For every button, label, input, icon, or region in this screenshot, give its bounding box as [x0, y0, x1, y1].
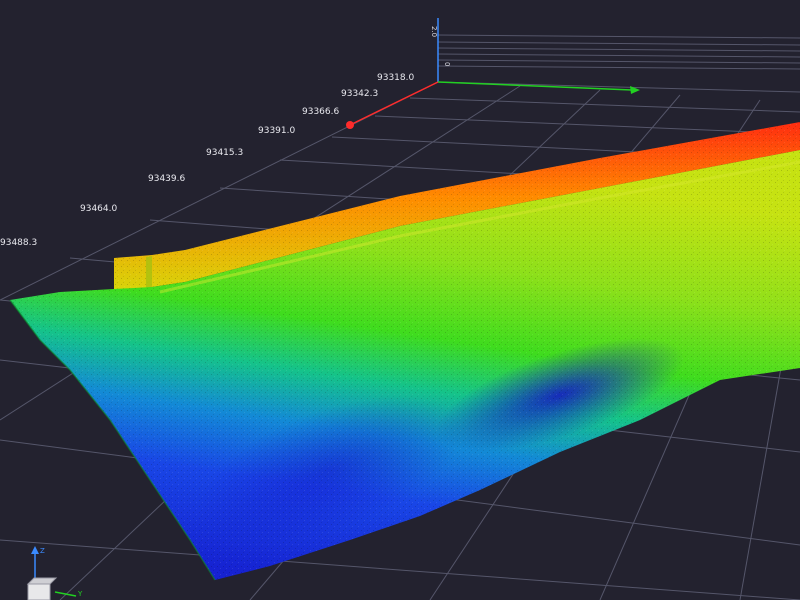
axis-tick-label: 93342.3	[341, 89, 378, 99]
top-bounding-grid	[437, 34, 800, 70]
axis-tick-label: 93439.6	[148, 174, 185, 184]
z-tick-label: 2.0	[430, 26, 438, 37]
grid-line	[374, 115, 800, 135]
axis-tick-label: 93318.0	[377, 73, 414, 83]
orientation-y-label: Y	[77, 590, 83, 598]
orientation-z-label: Z	[40, 547, 45, 555]
axis-tick-label: 93488.3	[0, 238, 37, 248]
orientation-widget[interactable]: Z Y	[26, 546, 83, 600]
orientation-cube[interactable]	[27, 583, 51, 600]
axis-tick-label: 93464.0	[80, 204, 117, 214]
grid-line	[409, 97, 800, 113]
z-tick-label: 0	[443, 62, 451, 66]
axis-tick-label: 93415.3	[206, 148, 243, 158]
point-cloud-viewport[interactable]: 2.0 0 93318.0 93342.3 93366.6 93391.0 93…	[0, 0, 800, 600]
grid-line	[0, 539, 800, 600]
axis-tick-label: 93391.0	[258, 126, 295, 136]
y-axis-line	[437, 81, 633, 91]
x-axis-arrow	[346, 121, 354, 129]
point-cloud-surface[interactable]	[9, 122, 800, 581]
axis-tick-label: 93366.6	[302, 107, 339, 117]
